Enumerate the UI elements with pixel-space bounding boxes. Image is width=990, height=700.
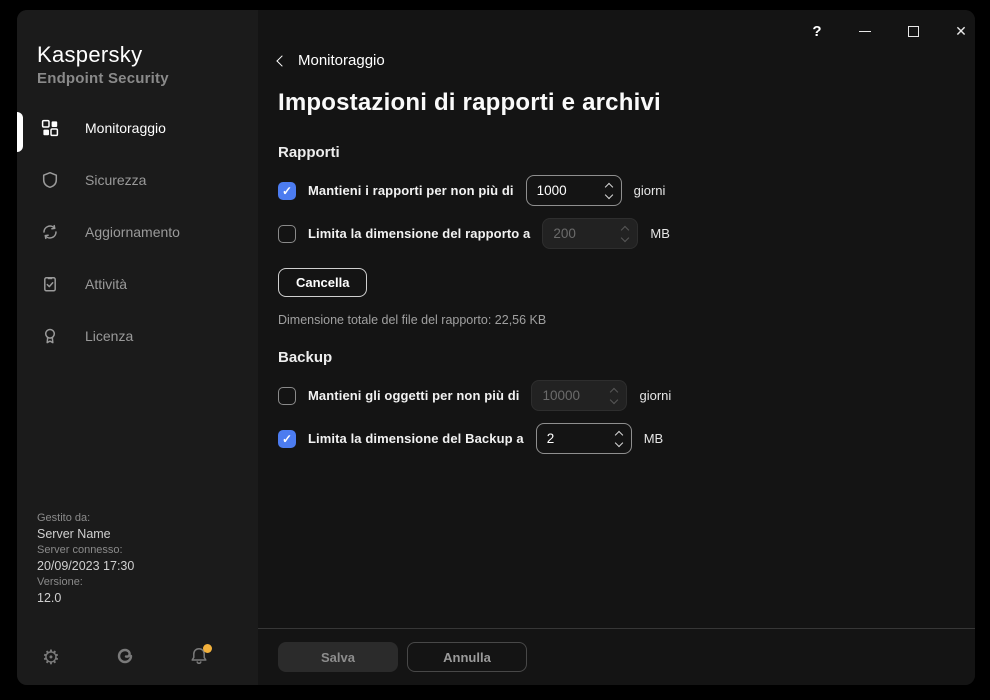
maximize-button[interactable] [901, 19, 925, 43]
sidebar-item-label: Aggiornamento [85, 224, 180, 240]
sidebar-item-licenza[interactable]: Licenza [17, 310, 258, 362]
check-icon: ✓ [282, 185, 292, 197]
save-button[interactable]: Salva [278, 642, 398, 672]
tasks-icon [41, 275, 59, 293]
report-size-field [542, 218, 638, 249]
backup-size-field [536, 423, 632, 454]
sidebar-item-sicurezza[interactable]: Sicurezza [17, 154, 258, 206]
report-size-input[interactable] [543, 226, 605, 241]
brand-product: Endpoint Security [37, 70, 258, 87]
grid-icon [41, 119, 59, 137]
app-window: ? ✕ Kaspersky Endpoint Security Mon [17, 10, 975, 685]
managed-by-label: Gestito da: [37, 510, 134, 526]
server-connected-value: 20/09/2023 17:30 [37, 558, 134, 574]
settings-page: Monitoraggio Impostazioni di rapporti e … [258, 10, 975, 628]
keep-reports-days-field [526, 175, 622, 206]
limit-report-size-checkbox[interactable]: ✓ [278, 225, 296, 243]
backup-size-input[interactable] [537, 431, 599, 446]
limit-backup-size-row: ✓ Limita la dimensione del Backup a MB [278, 423, 975, 454]
spinner-control[interactable] [611, 381, 617, 410]
unit-label: giorni [639, 388, 671, 403]
sidebar-item-label: Attività [85, 276, 127, 292]
refresh-icon [41, 223, 59, 241]
notification-badge [203, 644, 212, 653]
support-swirl-icon [115, 646, 135, 671]
active-item-indicator [17, 112, 23, 152]
page-title: Impostazioni di rapporti e archivi [278, 89, 975, 117]
unit-label: MB [650, 226, 670, 241]
spin-up-icon[interactable] [621, 225, 629, 233]
check-icon: ✓ [282, 433, 292, 445]
reports-section-heading: Rapporti [278, 144, 975, 161]
keep-objects-days-field [531, 380, 627, 411]
shield-icon [41, 171, 59, 189]
chevron-left-icon [276, 55, 287, 66]
keep-objects-row: ✓ Mantieni gli oggetti per non più di gi… [278, 380, 975, 411]
spin-down-icon[interactable] [614, 438, 622, 446]
help-button[interactable]: ? [805, 19, 829, 43]
server-info: Gestito da: Server Name Server connesso:… [37, 510, 134, 606]
gear-icon: ⚙ [42, 648, 60, 668]
sidebar-item-attivita[interactable]: Attività [17, 258, 258, 310]
clear-button[interactable]: Cancella [278, 268, 367, 297]
sidebar-item-label: Monitoraggio [85, 120, 166, 136]
sidebar-item-aggiornamento[interactable]: Aggiornamento [17, 206, 258, 258]
limit-backup-size-label: Limita la dimensione del Backup a [308, 431, 524, 446]
spin-down-icon[interactable] [604, 190, 612, 198]
backup-section-heading: Backup [278, 349, 975, 366]
limit-report-size-row: ✓ Limita la dimensione del rapporto a MB [278, 218, 975, 249]
spin-up-icon[interactable] [610, 387, 618, 395]
server-connected-label: Server connesso: [37, 542, 134, 558]
sidebar-bottom-icons: ⚙ [41, 647, 209, 669]
back-label: Monitoraggio [298, 52, 385, 69]
brand-name: Kaspersky [37, 42, 258, 68]
support-button[interactable] [115, 647, 135, 669]
maximize-icon [908, 26, 919, 37]
keep-reports-checkbox[interactable]: ✓ [278, 182, 296, 200]
version-label: Versione: [37, 574, 134, 590]
sidebar: Kaspersky Endpoint Security Monitoraggio [17, 10, 258, 685]
spin-down-icon[interactable] [621, 233, 629, 241]
close-icon: ✕ [955, 23, 967, 40]
spinner-control[interactable] [606, 176, 612, 205]
keep-reports-row: ✓ Mantieni i rapporti per non più di gio… [278, 175, 975, 206]
keep-objects-label: Mantieni gli oggetti per non più di [308, 388, 519, 403]
keep-reports-days-input[interactable] [527, 183, 589, 198]
sidebar-item-label: Sicurezza [85, 172, 146, 188]
notifications-button[interactable] [189, 647, 209, 669]
unit-label: giorni [634, 183, 666, 198]
help-icon: ? [812, 23, 821, 40]
spinner-control[interactable] [622, 219, 628, 248]
spinner-control[interactable] [616, 424, 622, 453]
limit-report-size-label: Limita la dimensione del rapporto a [308, 226, 530, 241]
sidebar-item-label: Licenza [85, 328, 133, 344]
settings-button[interactable]: ⚙ [41, 647, 61, 669]
version-value: 12.0 [37, 590, 134, 606]
keep-objects-days-input[interactable] [532, 388, 594, 403]
unit-label: MB [644, 431, 664, 446]
keep-objects-checkbox[interactable]: ✓ [278, 387, 296, 405]
minimize-icon [859, 31, 871, 32]
window-controls: ? ✕ [805, 19, 973, 43]
content-area: Monitoraggio Impostazioni di rapporti e … [258, 10, 975, 685]
back-link[interactable]: Monitoraggio [278, 52, 385, 69]
limit-backup-size-checkbox[interactable]: ✓ [278, 430, 296, 448]
license-icon [41, 327, 59, 345]
sidebar-item-monitoraggio[interactable]: Monitoraggio [17, 102, 258, 154]
close-button[interactable]: ✕ [949, 19, 973, 43]
spin-down-icon[interactable] [610, 395, 618, 403]
managed-by-value: Server Name [37, 526, 134, 542]
footer-bar: Salva Annulla [258, 628, 975, 685]
keep-reports-label: Mantieni i rapporti per non più di [308, 183, 514, 198]
cancel-button[interactable]: Annulla [407, 642, 527, 672]
minimize-button[interactable] [853, 19, 877, 43]
report-file-size-note: Dimensione totale del file del rapporto:… [278, 313, 975, 327]
brand-logo: Kaspersky Endpoint Security [37, 42, 258, 87]
sidebar-nav: Monitoraggio Sicurezza [17, 102, 258, 362]
